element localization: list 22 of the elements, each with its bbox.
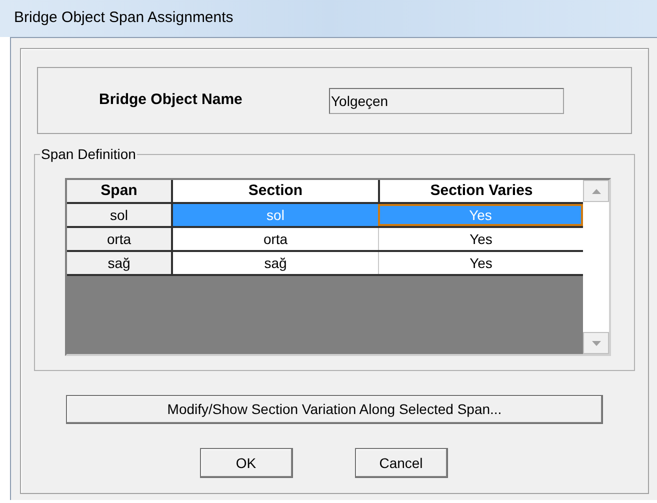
column-header[interactable]: Section [171,180,378,202]
row-header[interactable]: orta [67,228,171,250]
table-cell[interactable]: orta [171,228,378,250]
scroll-up-button[interactable] [583,180,609,202]
scroll-down-button[interactable] [583,332,609,354]
row-header[interactable]: sağ [67,252,171,274]
up-arrow-icon [592,188,600,194]
modify-section-button[interactable]: Modify/Show Section Variation Along Selected Span... [66,395,603,424]
object-name-label: Bridge Object Name [99,90,244,110]
table-cell[interactable]: Yes [378,252,583,274]
row-header[interactable]: sol [67,204,171,226]
window-title: Bridge Object Span Assignments [14,8,234,28]
object-name-field[interactable]: Yolgeçen [329,88,564,114]
vertical-scrollbar[interactable] [583,180,609,354]
column-header[interactable]: Section Varies [378,180,583,202]
cancel-button[interactable]: Cancel [354,448,448,478]
column-header[interactable]: Span [67,180,171,202]
group-title: Span Definition [40,146,137,162]
table-cell[interactable]: Yes [378,228,583,250]
table-cell[interactable]: sağ [171,252,378,274]
down-arrow-icon [592,340,600,346]
ok-button[interactable]: OK [200,448,292,478]
